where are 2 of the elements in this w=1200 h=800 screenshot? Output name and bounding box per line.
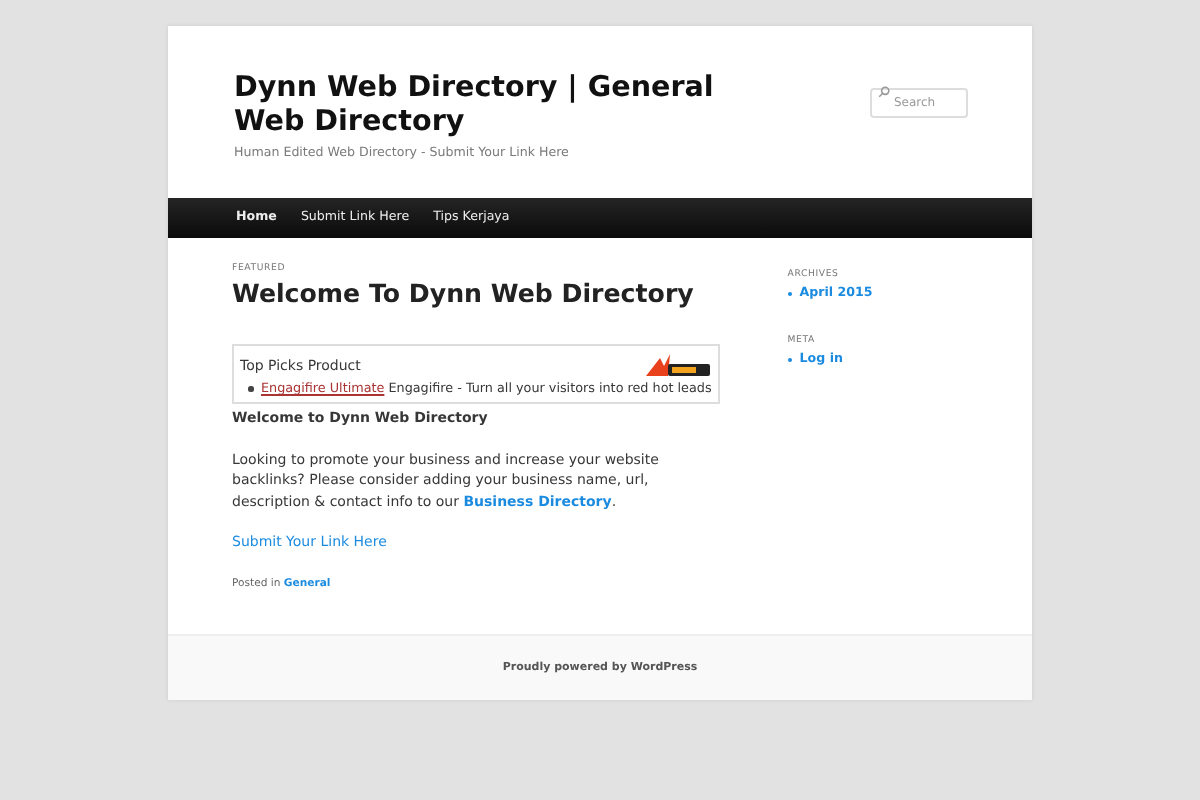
- post-title[interactable]: Welcome To Dynn Web Directory: [232, 278, 720, 308]
- site-title[interactable]: Dynn Web Directory | General Web Directory: [234, 72, 734, 140]
